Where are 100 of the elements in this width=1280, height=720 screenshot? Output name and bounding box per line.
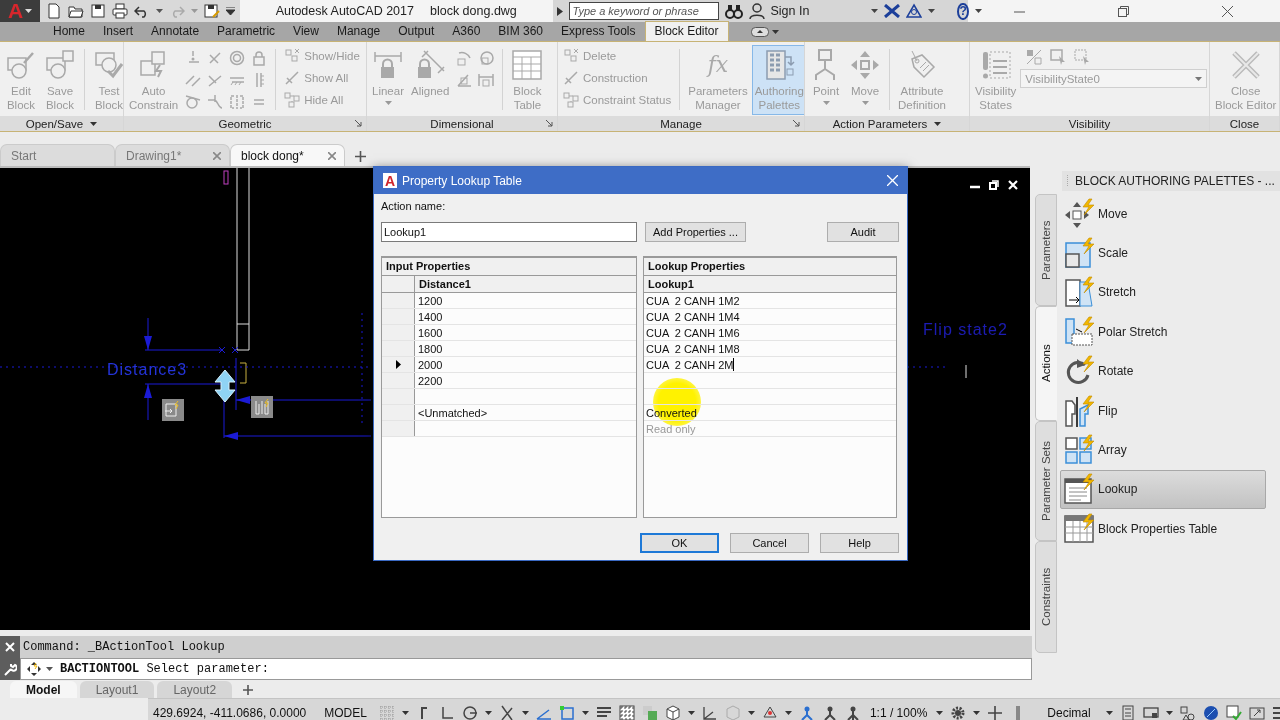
search-field[interactable]: Type a keyword or phrase [568,2,719,20]
monitor-icon[interactable] [1142,705,1159,720]
palette-tab[interactable]: Parameter Sets [1035,421,1057,541]
caret-icon[interactable] [747,711,755,715]
dialog-button[interactable]: Cancel [730,533,809,553]
caret-icon[interactable] [46,667,53,671]
caret-icon[interactable] [1105,711,1113,715]
model-space-button[interactable]: MODEL [316,706,375,720]
help-button[interactable]: ? [957,2,969,20]
ribbon-tab[interactable]: BIM 360 [489,21,553,41]
ribbon-tab[interactable]: A360 [443,21,490,41]
caret-icon[interactable] [771,30,779,34]
ribbon-tab[interactable]: Express Tools [552,21,645,41]
caret-icon[interactable] [401,711,409,715]
save-as-icon[interactable] [204,3,220,19]
caret-icon[interactable] [25,9,33,13]
checker-icon[interactable] [618,705,635,720]
palette-tab[interactable]: Parameters [1035,194,1057,306]
caret-icon[interactable] [973,711,981,715]
lineweight-icon[interactable] [595,705,612,720]
plus-icon[interactable] [355,151,366,162]
caret-icon[interactable] [934,121,942,126]
palette-tab[interactable]: Constraints [1035,541,1057,653]
triangle-people-icon[interactable] [906,3,923,19]
palette-item[interactable]: Scale [1060,233,1266,273]
annotation-scale[interactable]: 1:1 / 100% [869,706,928,720]
x-exchange-icon[interactable] [884,4,901,18]
audit-button[interactable]: Audit [827,221,899,242]
caret-icon[interactable] [974,9,982,13]
gizmo-icon[interactable] [761,705,778,720]
printer-icon[interactable] [112,3,128,19]
document-tab[interactable]: block dong* [230,144,345,166]
launcher-icon[interactable] [546,120,553,127]
restore-icon[interactable] [1118,5,1130,17]
grip-icon[interactable] [1066,175,1069,187]
ribbon-tab[interactable]: Parametric [208,21,285,41]
circle-icon[interactable] [1202,705,1219,720]
ribbon-tab[interactable]: View [284,21,328,41]
ribbon-tab[interactable]: Output [389,21,444,41]
ribbon-tab[interactable]: Home [44,21,94,41]
ribbon-toggle-icon[interactable] [750,27,769,37]
plus-icon[interactable] [987,705,1004,720]
save-icon[interactable] [90,3,106,19]
caret-icon[interactable] [928,9,936,13]
palette-item[interactable]: Polar Stretch [1060,312,1266,352]
binoculars-icon[interactable] [724,3,743,19]
caret-icon[interactable] [90,121,98,126]
layout-tab[interactable]: Model [10,681,77,698]
object-snap-icon[interactable] [558,705,575,720]
wrench-icon[interactable] [3,662,17,676]
gear-icon[interactable] [950,705,967,720]
dialog-button[interactable]: Help [820,533,899,553]
palette-item[interactable]: Block Properties Table [1060,509,1266,549]
add-properties-button[interactable]: Add Properties ... [645,221,746,242]
grip-arrow-icon[interactable] [214,369,236,403]
isometric-icon[interactable] [498,705,515,720]
dialog-button[interactable]: OK [640,533,719,553]
new-file-icon[interactable] [46,3,62,19]
caret-icon[interactable] [156,9,163,13]
shapes-icon[interactable] [1179,705,1196,720]
ribbon-tab[interactable]: Block Editor [644,21,729,41]
move-arrows-icon[interactable] [26,661,42,677]
close-icon[interactable] [1222,5,1234,17]
palette-tab[interactable]: Actions [1035,306,1057,421]
caret-icon[interactable] [581,711,589,715]
caret-icon[interactable] [484,711,492,715]
layout-tab[interactable]: Layout1 [79,681,155,698]
caret-icon[interactable] [784,711,792,715]
layout-tab[interactable]: Layout2 [157,681,233,698]
folder-icon[interactable] [68,3,84,19]
caret-icon[interactable] [521,711,529,715]
expand-arrow-icon[interactable] [556,6,563,16]
launcher-icon[interactable] [355,120,362,127]
palette-item[interactable]: Lookup [1060,469,1266,510]
sign-in-link[interactable]: Sign In [770,4,810,18]
units-selector[interactable]: Decimal [1047,706,1091,720]
caret-icon[interactable] [936,711,944,715]
launcher-icon[interactable] [793,120,800,127]
disk-check-icon[interactable] [1225,705,1242,720]
polar-icon[interactable] [461,705,478,720]
palette-item[interactable]: Rotate [1060,351,1266,391]
palette-item[interactable]: Stretch [1060,272,1266,313]
ribbon-tab[interactable]: Insert [94,21,143,41]
command-input[interactable]: BACTIONTOOL Select parameter: [20,658,1032,680]
palette-item[interactable]: Move [1060,194,1266,234]
plus-icon[interactable] [243,685,254,695]
cube-icon[interactable] [664,705,681,720]
user-icon[interactable] [748,3,765,19]
axes-icon[interactable] [701,705,718,720]
caret-icon[interactable] [687,711,695,715]
caret-icon[interactable] [1165,711,1173,715]
menu-caret-icon[interactable] [226,7,235,15]
palette-item[interactable]: Flip [1060,390,1266,431]
ribbon-tab[interactable]: Manage [327,21,390,41]
action-name-field[interactable]: Lookup1 [381,221,637,242]
caret-icon[interactable] [871,9,879,13]
palette-item[interactable]: Array [1060,430,1266,470]
restore-icon[interactable] [989,180,999,190]
fullscreen-icon[interactable] [1248,705,1265,720]
ribbon-tab[interactable]: Annotate [142,21,209,41]
